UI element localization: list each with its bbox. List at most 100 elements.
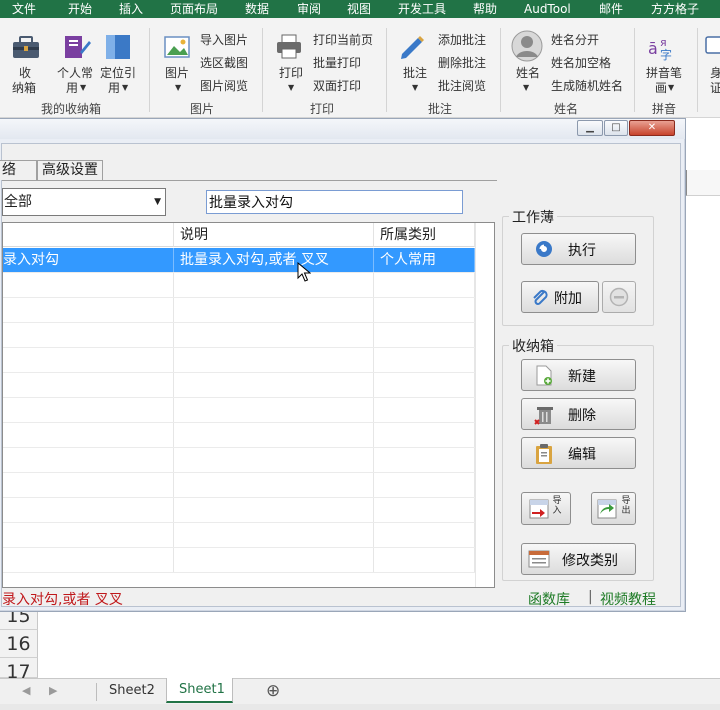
tab-home[interactable]: 开始 — [68, 0, 92, 18]
empty-row — [3, 448, 475, 473]
next-sheet-icon[interactable]: ▶ — [49, 684, 57, 697]
column-header-category[interactable]: 所属类别 — [374, 223, 475, 247]
tab-fangfang[interactable]: 方方格子 — [651, 0, 699, 18]
execute-button[interactable]: 执行 — [521, 233, 636, 265]
comment-browse-button[interactable]: 批注阅览 — [438, 79, 486, 93]
picture-browse-button[interactable]: 图片阅览 — [200, 79, 248, 93]
dialog-title-bar[interactable]: ▁ □ ✕ — [0, 119, 685, 139]
tab-insert[interactable]: 插入 — [119, 0, 143, 18]
new-document-icon — [536, 365, 552, 386]
delete-comment-button[interactable]: 删除批注 — [438, 56, 486, 70]
print-current-page-button[interactable]: 打印当前页 — [313, 33, 373, 47]
empty-row — [3, 398, 475, 423]
selection-screenshot-button[interactable]: 选区截图 — [200, 56, 248, 70]
tab-help[interactable]: 帮助 — [473, 0, 497, 18]
chevron-down-icon: ▼ — [122, 83, 129, 92]
personal-common-line1[interactable]: 个人常 — [57, 66, 93, 80]
import-button[interactable]: 导入 — [521, 492, 571, 525]
name-button[interactable]: 姓名 — [516, 66, 540, 80]
name-add-space-button[interactable]: 姓名加空格 — [551, 56, 611, 70]
prev-sheet-icon[interactable]: ◀ — [22, 684, 30, 697]
video-tutorial-link[interactable]: 视频教程 — [600, 589, 656, 609]
print-button[interactable]: 打印 — [279, 66, 303, 80]
storage-group-label: 收纳箱 — [509, 336, 557, 356]
tab-data[interactable]: 数据 — [245, 0, 269, 18]
split-name-button[interactable]: 姓名分开 — [551, 33, 599, 47]
search-input[interactable] — [206, 190, 463, 214]
execute-icon — [536, 241, 552, 257]
new-button-label: 新建 — [568, 368, 596, 384]
attach-button[interactable]: 附加 — [521, 281, 599, 313]
pictures-button[interactable]: 图片 — [165, 66, 189, 80]
ribbon: 收 纳箱 个人常 用 ▼ 定位引 用 ▼ 我的收纳箱 图片 ▼ 导入图片 选区截… — [0, 18, 720, 118]
export-button[interactable]: 导出 — [591, 492, 636, 525]
id-card-line2[interactable]: 证 — [710, 81, 720, 95]
empty-row — [3, 373, 475, 398]
tab-underline — [2, 180, 497, 181]
empty-row — [3, 498, 475, 523]
modify-category-button[interactable]: 修改类别 — [521, 543, 636, 575]
id-card-line1[interactable]: 身 — [710, 66, 720, 80]
empty-row — [3, 423, 475, 448]
chevron-down-icon: ▼ — [523, 83, 530, 92]
svg-text:ā: ā — [648, 39, 658, 58]
random-name-button[interactable]: 生成随机姓名 — [551, 79, 623, 93]
close-button[interactable]: ✕ — [629, 120, 675, 136]
add-sheet-icon[interactable]: ⊕ — [266, 681, 280, 701]
group-separator — [262, 28, 263, 112]
cell-category: 个人常用 — [374, 248, 475, 272]
locate-reference-line1[interactable]: 定位引 — [100, 66, 136, 80]
new-button[interactable]: 新建 — [521, 359, 636, 391]
tab-page-layout[interactable]: 页面布局 — [170, 0, 218, 18]
cell-name: 录入对勾 — [3, 248, 174, 272]
tab-audtool[interactable]: AudTool — [524, 0, 571, 18]
edit-button-label: 编辑 — [568, 446, 596, 462]
personal-common-line2[interactable]: 用 — [66, 81, 78, 95]
locate-reference-line2[interactable]: 用 — [108, 81, 120, 95]
group-separator — [697, 28, 698, 112]
column-header-description[interactable]: 说明 — [174, 223, 374, 247]
edit-button[interactable]: 编辑 — [521, 437, 636, 469]
pinyin-stroke-line2[interactable]: 画 — [655, 81, 667, 95]
sheet-tab-sheet2[interactable]: Sheet2 — [97, 679, 167, 704]
sheet-tab-sheet1[interactable]: Sheet1 — [166, 678, 233, 703]
minimize-button[interactable]: ▁ — [577, 120, 603, 136]
pinyin-stroke-line1[interactable]: 拼音笔 — [646, 66, 682, 80]
function-table[interactable]: 说明 所属类别 录入对勾 批量录入对勾,或者 叉叉 个人常用 — [2, 222, 495, 588]
tab-developer[interactable]: 开发工具 — [398, 0, 446, 18]
comment-button[interactable]: 批注 — [403, 66, 427, 80]
category-select[interactable]: 全部 ▼ — [2, 188, 166, 216]
tab-mail[interactable]: 邮件 — [599, 0, 623, 18]
tab-network[interactable]: 络 — [0, 160, 37, 180]
tab-view[interactable]: 视图 — [347, 0, 371, 18]
tab-advanced-settings[interactable]: 高级设置 — [37, 160, 103, 180]
ribbon-tab-bar: 文件 开始 插入 页面布局 数据 审阅 视图 开发工具 帮助 AudTool 邮… — [0, 0, 720, 18]
add-comment-button[interactable]: 添加批注 — [438, 33, 486, 47]
group-label-name: 姓名 — [554, 102, 579, 116]
personal-common-icon — [65, 36, 91, 58]
tab-review[interactable]: 审阅 — [297, 0, 321, 18]
restore-button[interactable]: □ — [604, 120, 628, 136]
function-library-link[interactable]: 函数库 — [528, 589, 570, 609]
column-header-name[interactable] — [3, 223, 174, 247]
duplex-print-button[interactable]: 双面打印 — [313, 79, 361, 93]
group-separator — [386, 28, 387, 112]
delete-button[interactable]: 删除 — [521, 398, 636, 430]
paperclip-icon — [533, 289, 548, 305]
remove-attach-button[interactable] — [602, 281, 636, 313]
row-header-17[interactable]: 17 — [0, 658, 38, 683]
tab-file[interactable]: 文件 — [12, 0, 36, 18]
minus-circle-icon — [609, 287, 629, 307]
row-header-16[interactable]: 16 — [0, 630, 38, 658]
cell-description: 批量录入对勾,或者 叉叉 — [174, 248, 374, 272]
group-label-comment: 批注 — [428, 102, 453, 116]
batch-print-button[interactable]: 批量打印 — [313, 56, 361, 70]
box-button-line1[interactable]: 收 — [19, 66, 31, 80]
table-row[interactable]: 录入对勾 批量录入对勾,或者 叉叉 个人常用 — [3, 248, 475, 273]
box-button-line2[interactable]: 纳箱 — [12, 81, 36, 95]
empty-row — [3, 323, 475, 348]
dialog-status-bar: 录入对勾,或者 叉叉 函数库 | 视频教程 — [2, 588, 682, 608]
table-scroll-track[interactable] — [475, 223, 494, 587]
chevron-down-icon: ▼ — [668, 83, 675, 92]
import-picture-button[interactable]: 导入图片 — [200, 33, 248, 47]
